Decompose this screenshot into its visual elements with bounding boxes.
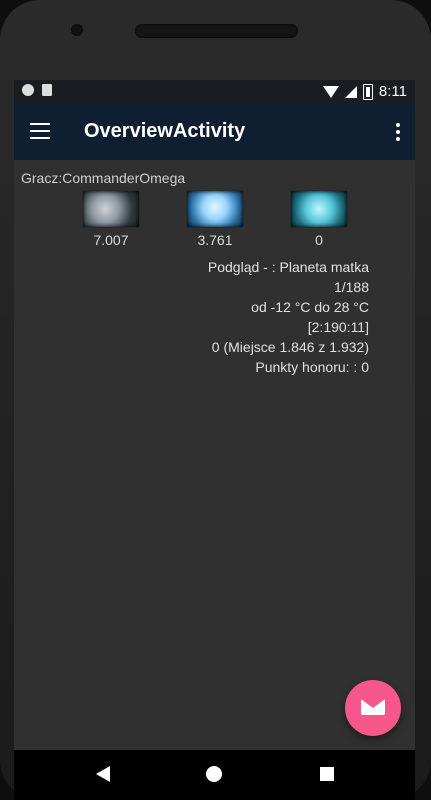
info-overview-line: Podgląd - : Planeta matka bbox=[207, 259, 369, 275]
metal-value: 7.007 bbox=[93, 232, 129, 248]
info-coordinates-line: [2:190:11] bbox=[307, 319, 369, 335]
overflow-menu-icon[interactable] bbox=[395, 122, 401, 142]
hamburger-menu-icon[interactable] bbox=[30, 123, 50, 139]
recent-apps-button[interactable] bbox=[320, 767, 334, 781]
info-rank-line: 0 (Miejsce 1.846 z 1.932) bbox=[211, 339, 369, 355]
cell-signal-icon bbox=[344, 85, 357, 98]
status-right: 8:11 bbox=[322, 83, 407, 100]
crystal-icon bbox=[186, 190, 244, 228]
info-temperature-line: od -12 °C do 28 °C bbox=[251, 299, 369, 315]
info-honor-points-line: Punkty honoru: : 0 bbox=[255, 359, 369, 375]
status-time: 8:11 bbox=[378, 83, 407, 100]
battery-icon bbox=[362, 83, 373, 100]
app-toolbar: OverviewActivity bbox=[14, 104, 415, 160]
toolbar-title: OverviewActivity bbox=[84, 120, 246, 142]
app-screen: 8:11 OverviewActivity Gracz:CommanderOme… bbox=[14, 80, 415, 750]
player-label: Gracz:CommanderOmega bbox=[21, 170, 186, 186]
resources-row: 7.007 3.761 0 bbox=[82, 190, 348, 248]
mail-icon bbox=[361, 699, 385, 715]
wifi-icon bbox=[322, 85, 339, 98]
resource-metal: 7.007 bbox=[82, 190, 140, 248]
deuterium-icon bbox=[290, 190, 348, 228]
overview-content: Gracz:CommanderOmega 7.007 3.761 0 Podgl… bbox=[14, 160, 415, 750]
status-bar: 8:11 bbox=[14, 80, 415, 104]
crystal-value: 3.761 bbox=[197, 232, 233, 248]
sim-card-icon bbox=[42, 84, 52, 96]
notification-dot-icon bbox=[22, 84, 34, 96]
metal-icon bbox=[82, 190, 140, 228]
front-camera-icon bbox=[71, 24, 83, 36]
info-fields-line: 1/188 bbox=[333, 279, 369, 295]
resource-deuterium: 0 bbox=[290, 190, 348, 248]
status-left bbox=[22, 84, 52, 96]
planet-info: Podgląd - : Planeta matka 1/188 od -12 °… bbox=[208, 257, 369, 377]
speaker-grille bbox=[135, 24, 298, 38]
home-button[interactable] bbox=[206, 766, 222, 782]
navigation-bar bbox=[14, 750, 415, 800]
back-button[interactable] bbox=[96, 766, 110, 782]
compose-message-button[interactable] bbox=[345, 680, 401, 736]
resource-crystal: 3.761 bbox=[186, 190, 244, 248]
deuterium-value: 0 bbox=[315, 232, 323, 248]
